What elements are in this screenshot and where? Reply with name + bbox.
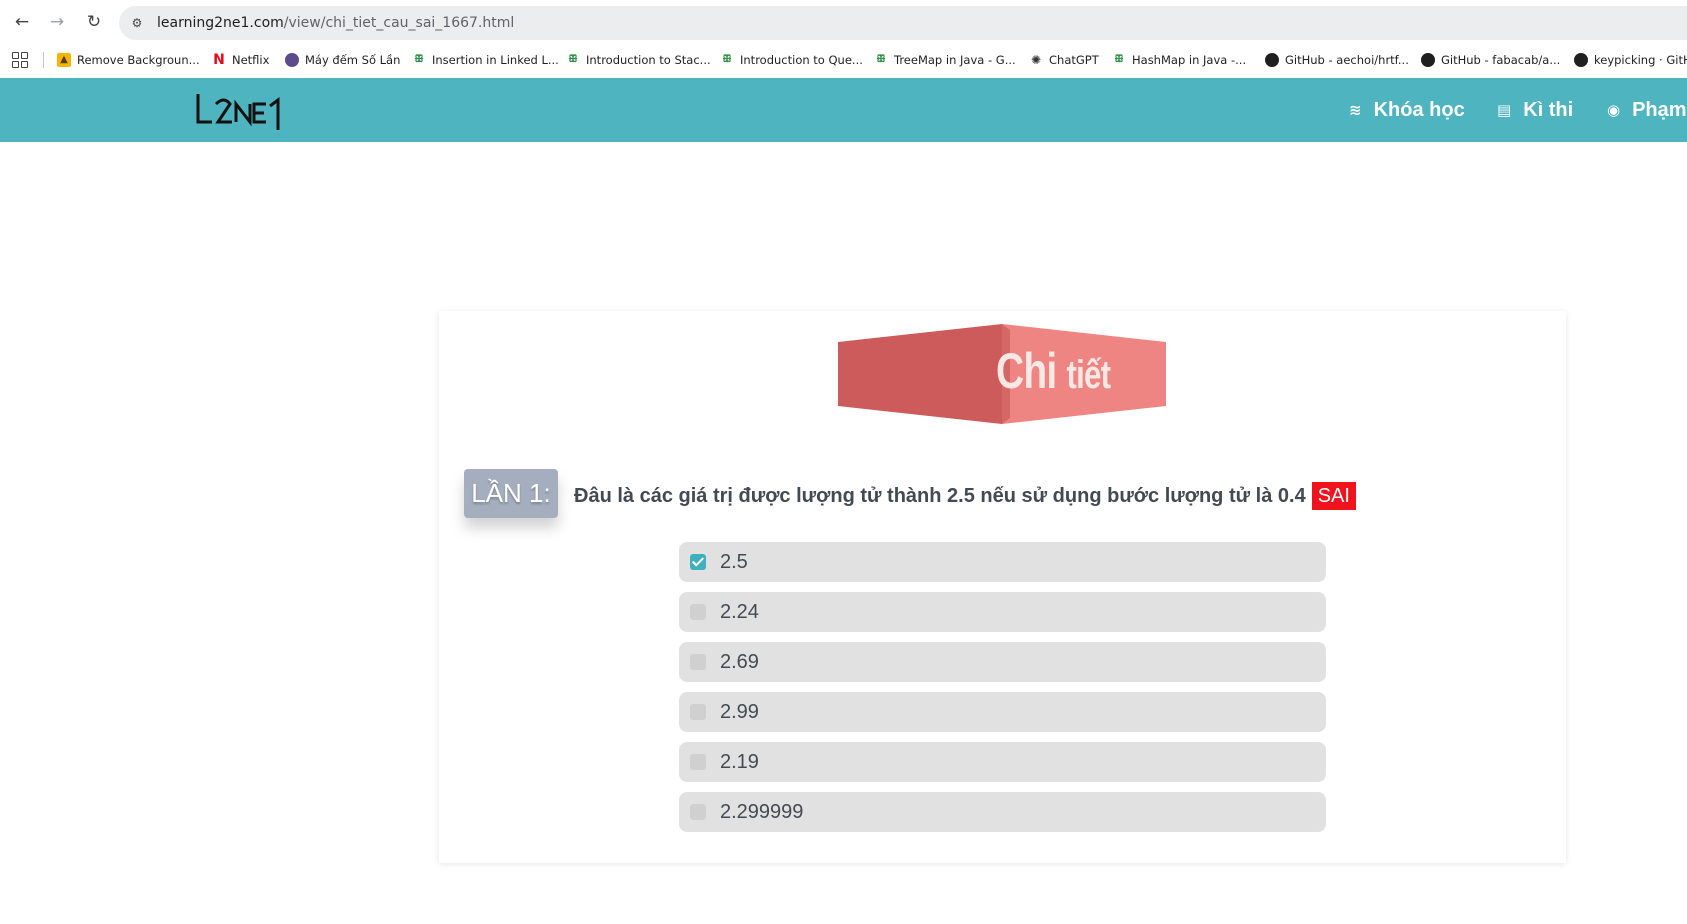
reload-icon[interactable]: ↻ [83, 11, 105, 33]
bookmark-label: Máy đếm Số Lần [305, 53, 401, 67]
github-icon [1574, 53, 1588, 67]
bookmark-item[interactable]: ꕥ Introduction to Que... [720, 44, 863, 76]
chatgpt-icon: ✺ [1030, 53, 1042, 67]
checkbox[interactable] [690, 704, 706, 720]
answer-option-label: 2.299999 [720, 800, 804, 823]
address-bar[interactable]: ⚙ learning2ne1.com/view/chi_tiet_cau_sai… [119, 6, 1687, 40]
checkbox-checked[interactable] [690, 554, 706, 570]
url-text[interactable]: learning2ne1.com/view/chi_tiet_cau_sai_1… [157, 6, 514, 40]
site-logo[interactable] [196, 92, 286, 132]
bookmark-item[interactable]: ▲ Remove Backgroun... [57, 44, 200, 76]
bookmark-item[interactable]: GitHub - aechoi/hrtf... [1265, 44, 1409, 76]
bookmark-label: Netflix [232, 53, 270, 67]
bookmark-item[interactable]: Máy đếm Số Lần [285, 44, 400, 76]
counter-icon [285, 53, 299, 67]
answer-option[interactable]: 2.299999 [679, 792, 1326, 832]
site-info-icon[interactable]: ⚙ [127, 13, 147, 33]
nav-exams[interactable]: ▤ Kì thi [1497, 78, 1573, 142]
layers-icon: ≋ [1349, 101, 1362, 119]
gfg-icon: ꕥ [1114, 54, 1124, 65]
bookmark-label: GitHub - aechoi/hrtf... [1285, 53, 1409, 67]
gfg-icon: ꕥ [876, 54, 886, 65]
url-host: learning2ne1.com [157, 15, 284, 31]
checkbox[interactable] [690, 604, 706, 620]
bookmark-label: keypicking · GitHu [1594, 53, 1687, 67]
answer-option[interactable]: 2.99 [679, 692, 1326, 732]
nav-courses[interactable]: ≋ Khóa học [1349, 78, 1465, 142]
answer-option[interactable]: 2.19 [679, 742, 1326, 782]
bookmark-label: ChatGPT [1049, 53, 1099, 67]
bookmark-label: Insertion in Linked L... [432, 53, 559, 67]
bookmark-item[interactable]: ꕥ TreeMap in Java - G... [874, 44, 1016, 76]
checkbox[interactable] [690, 754, 706, 770]
gfg-icon: ꕥ [414, 54, 424, 65]
bookmark-label: Introduction to Que... [740, 53, 863, 67]
bookmark-label: GitHub - fabacab/a... [1441, 53, 1561, 67]
banner-title: Chi tiết [996, 342, 1111, 400]
netflix-icon: N [213, 52, 225, 68]
github-icon [1421, 53, 1435, 67]
apps-grid-icon[interactable] [12, 52, 28, 68]
bookmark-item[interactable]: N Netflix [212, 44, 269, 76]
bookmark-label: Introduction to Stac... [586, 53, 711, 67]
checkbox[interactable] [690, 804, 706, 820]
bookmarks-bar: ▲ Remove Backgroun... N Netflix Máy đếm … [0, 44, 1687, 76]
browser-toolbar: ← → ↻ ⚙ learning2ne1.com/view/chi_tiet_c… [0, 0, 1687, 42]
bookmark-label: HashMap in Java -... [1132, 53, 1247, 67]
bookmark-item[interactable]: GitHub - fabacab/a... [1421, 44, 1560, 76]
user-circle-icon: ◉ [1607, 101, 1621, 119]
back-arrow-icon[interactable]: ← [11, 11, 33, 33]
forward-arrow-icon[interactable]: → [46, 11, 68, 33]
question-row: Đâu là các giá trị được lượng tử thành 2… [574, 482, 1356, 510]
question-text: Đâu là các giá trị được lượng tử thành 2… [574, 484, 1306, 507]
answer-option-label: 2.69 [720, 650, 759, 673]
remove-bg-icon: ▲ [57, 53, 71, 67]
bookmark-label: Remove Backgroun... [77, 53, 200, 67]
bookmark-item[interactable]: keypicking · GitHu [1574, 44, 1687, 76]
url-path: /view/chi_tiet_cau_sai_1667.html [283, 15, 515, 31]
bookmarks-divider [43, 52, 44, 68]
result-badge: SAI [1311, 482, 1356, 510]
nav-exams-label: Kì thi [1523, 98, 1574, 121]
gfg-icon: ꕥ [568, 54, 578, 65]
nav-courses-label: Khóa học [1373, 98, 1465, 121]
bookmark-item[interactable]: ꕥ Introduction to Stac... [566, 44, 711, 76]
bookmark-label: TreeMap in Java - G... [894, 53, 1016, 67]
answer-option-label: 2.99 [720, 700, 759, 723]
nav-user[interactable]: ◉ Phạm [1607, 78, 1687, 142]
answer-option[interactable]: 2.24 [679, 592, 1326, 632]
banner-title-main: Chi [996, 343, 1057, 399]
answer-option-label: 2.19 [720, 750, 759, 773]
answer-option-label: 2.5 [720, 550, 748, 573]
document-icon: ▤ [1497, 101, 1512, 119]
checkbox[interactable] [690, 654, 706, 670]
github-icon [1265, 53, 1279, 67]
banner-title-small: tiết [1066, 353, 1111, 397]
bookmark-item[interactable]: ✺ ChatGPT [1029, 44, 1099, 76]
bookmark-item[interactable]: ꕥ HashMap in Java -... [1112, 44, 1246, 76]
answer-option[interactable]: 2.5 [679, 542, 1326, 582]
site-header: ≋ Khóa học ▤ Kì thi ◉ Phạm [0, 78, 1687, 142]
gfg-icon: ꕥ [722, 54, 732, 65]
attempt-badge: LẦN 1: [464, 469, 558, 518]
bookmark-item[interactable]: ꕥ Insertion in Linked L... [412, 44, 559, 76]
answer-option[interactable]: 2.69 [679, 642, 1326, 682]
answer-option-label: 2.24 [720, 600, 759, 623]
nav-user-label: Phạm [1632, 98, 1687, 121]
